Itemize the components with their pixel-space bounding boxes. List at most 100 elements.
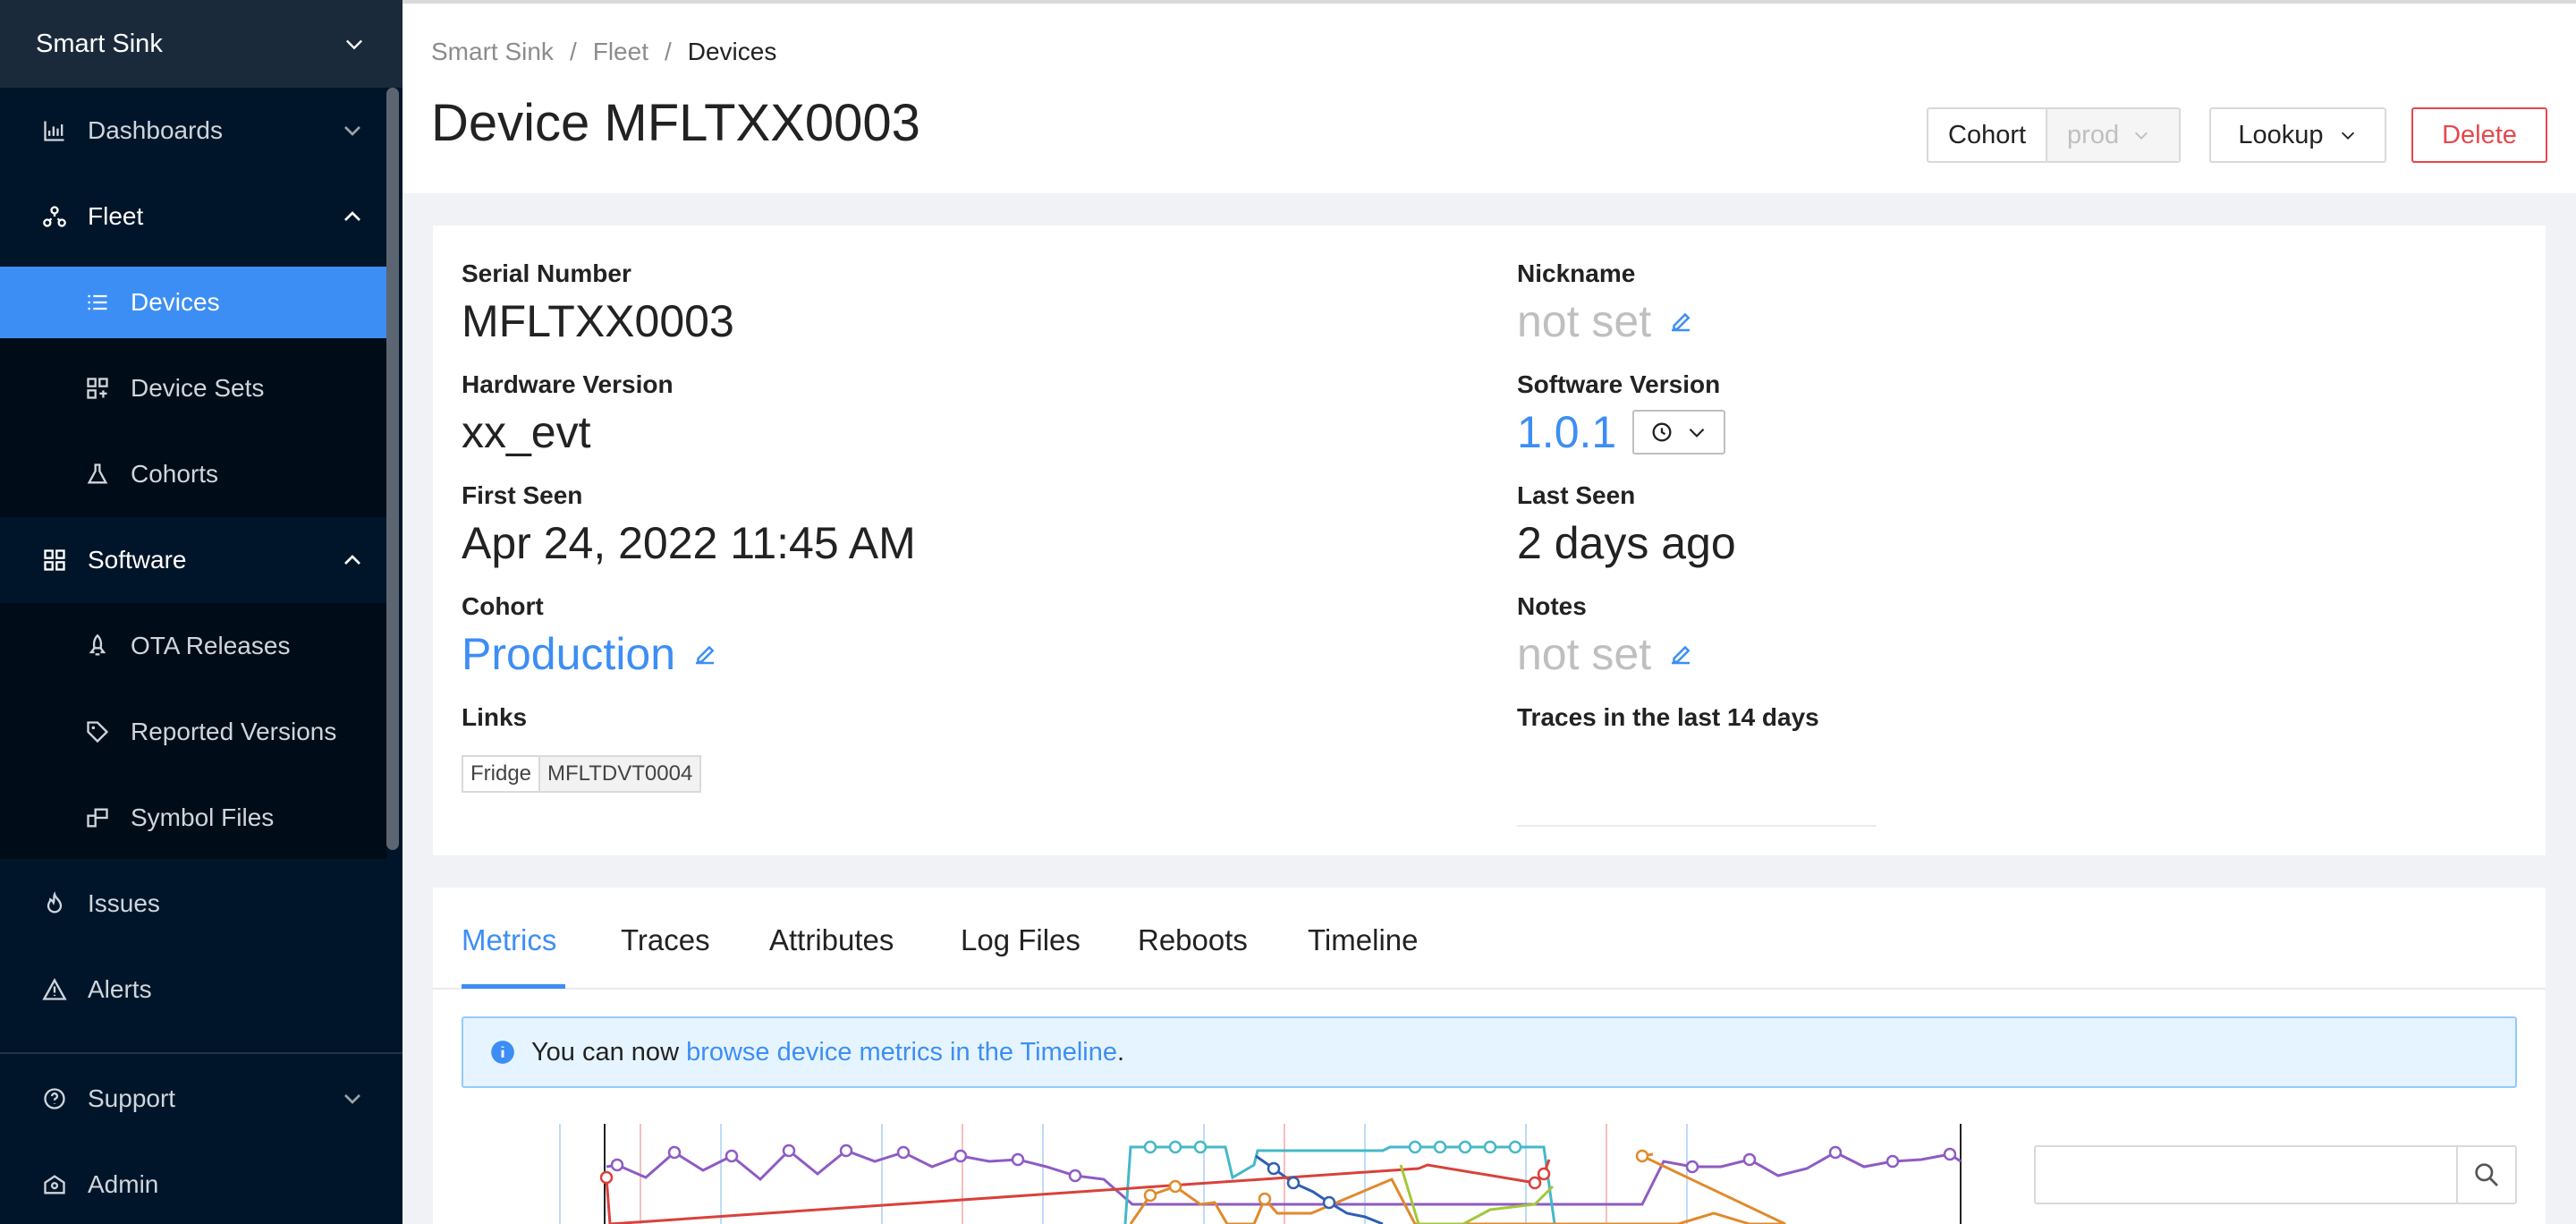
org-name: Smart Sink [36, 29, 163, 58]
search-icon [2475, 1163, 2498, 1186]
lookup-label: Lookup [2238, 120, 2324, 149]
serial-text: MFLTXX0003 [462, 296, 734, 346]
sidebar-item-fleet[interactable]: Fleet [0, 181, 386, 252]
org-switcher[interactable]: Smart Sink [0, 0, 402, 88]
sidebar-item-support[interactable]: Support [0, 1063, 386, 1135]
notes-text: not set [1517, 629, 1652, 679]
sidebar-item-issues[interactable]: Issues [0, 868, 386, 939]
sidebar-item-devices[interactable]: Devices [0, 267, 386, 338]
tab-timeline[interactable]: Timeline [1308, 923, 1418, 957]
sidebar-item-label: Software [88, 546, 187, 574]
chevron-up-icon [344, 211, 360, 221]
sidebar-item-label: Device Sets [131, 374, 265, 402]
sidebar-item-alerts[interactable]: Alerts [0, 954, 386, 1025]
tab-reboots[interactable]: Reboots [1138, 923, 1248, 957]
nickname-text: not set [1517, 296, 1652, 346]
breadcrumb-current: Devices [687, 38, 777, 65]
sw-history-dropdown[interactable] [1632, 410, 1726, 455]
links-label: Links [462, 703, 528, 731]
alert-suffix: . [1117, 1037, 1125, 1067]
chevron-down-icon [2135, 132, 2148, 140]
breadcrumb-separator: / [664, 38, 672, 65]
admin-icon [39, 1169, 70, 1200]
tab-attributes[interactable]: Attributes [769, 923, 894, 957]
cohort-link[interactable]: Production [462, 628, 675, 680]
tab-traces[interactable]: Traces [621, 923, 710, 957]
sidebar-scrollbar[interactable] [386, 88, 399, 850]
cohort-label: Cohort [462, 592, 544, 620]
page-header: Smart Sink / Fleet / Devices Device MFLT… [402, 4, 2576, 193]
cohort-value-text: prod [2067, 120, 2120, 149]
tab-bar: Metrics Traces Attributes Log Files Rebo… [433, 888, 2546, 990]
fleet-icon [39, 201, 70, 232]
page-title: Device MFLTXX0003 [431, 94, 920, 152]
nickname-value: not set [1517, 295, 1694, 347]
breadcrumb-org[interactable]: Smart Sink [431, 38, 554, 66]
lookup-button[interactable]: Lookup [2209, 107, 2386, 163]
sw-link[interactable]: 1.0.1 [1517, 406, 1616, 458]
tab-metrics[interactable]: Metrics [462, 923, 556, 957]
breadcrumb-fleet[interactable]: Fleet [593, 38, 648, 66]
traces-sparkline-baseline [1517, 825, 1877, 827]
link-tag-value: MFLTDVT0004 [538, 757, 700, 791]
last-seen-text: 2 days ago [1517, 518, 1736, 568]
sidebar-item-label: Admin [88, 1170, 159, 1198]
sidebar-item-cohorts[interactable]: Cohorts [0, 438, 386, 510]
sidebar-item-symbol-files[interactable]: Symbol Files [0, 782, 386, 854]
device-sets-icon [82, 373, 113, 404]
sidebar-item-dashboards[interactable]: Dashboards [0, 95, 386, 166]
hw-text: xx_evt [462, 407, 591, 457]
list-icon [82, 287, 113, 318]
sidebar-item-software[interactable]: Software [0, 524, 386, 596]
sidebar-item-label: Alerts [88, 975, 152, 1003]
sidebar-item-label: Support [88, 1084, 176, 1112]
sidebar-divider [0, 1052, 402, 1054]
search-button[interactable] [2456, 1147, 2515, 1203]
info-icon [491, 1041, 514, 1064]
edit-icon[interactable] [691, 641, 718, 667]
sidebar-item-ota-releases[interactable]: OTA Releases [0, 610, 386, 682]
edit-icon[interactable] [1667, 308, 1694, 335]
cohort-select: Cohort prod [1927, 107, 2181, 163]
first-seen-text: Apr 24, 2022 11:45 AM [462, 518, 916, 568]
notes-label: Notes [1517, 592, 1587, 620]
sidebar-item-label: Devices [131, 288, 220, 316]
history-icon [1652, 422, 1672, 442]
notes-value: not set [1517, 628, 1694, 680]
sidebar-item-reported-versions[interactable]: Reported Versions [0, 696, 386, 768]
cohort-select-value[interactable]: prod [2047, 109, 2179, 161]
metrics-chart[interactable] [462, 1124, 2018, 1224]
metrics-search-input[interactable] [2034, 1145, 2517, 1204]
alert-prefix: You can now [531, 1037, 680, 1067]
chevron-down-icon [346, 39, 362, 50]
chevron-down-icon [2341, 132, 2354, 140]
timeline-link[interactable]: browse device metrics in the Timeline [686, 1038, 1117, 1067]
sidebar-item-device-sets[interactable]: Device Sets [0, 353, 386, 424]
sw-label: Software Version [1517, 370, 1721, 398]
cohort-select-label: Cohort [1928, 109, 2048, 161]
sidebar-item-label: Symbol Files [131, 803, 275, 831]
last-seen-label: Last Seen [1517, 481, 1636, 509]
link-tag[interactable]: Fridge MFLTDVT0004 [462, 755, 702, 793]
tab-log-files[interactable]: Log Files [961, 923, 1080, 957]
alert-icon [39, 974, 70, 1005]
serial-label: Serial Number [462, 259, 631, 287]
first-seen-label: First Seen [462, 481, 583, 509]
last-seen-value: 2 days ago [1517, 517, 1736, 569]
sidebar-item-label: Fleet [88, 202, 144, 230]
device-tabs-card: Metrics Traces Attributes Log Files Rebo… [433, 888, 2546, 1224]
sidebar-item-label: Dashboards [88, 116, 223, 144]
sidebar-item-label: OTA Releases [131, 632, 291, 659]
sidebar: Smart Sink Dashboards Fleet Devices Devi… [0, 0, 402, 1224]
sidebar-item-admin[interactable]: Admin [0, 1149, 386, 1220]
serial-value: MFLTXX0003 [462, 295, 734, 347]
sidebar-item-label: Issues [88, 889, 160, 917]
edit-icon[interactable] [1667, 641, 1694, 667]
sidebar-item-label: Cohorts [131, 460, 219, 488]
delete-button[interactable]: Delete [2411, 107, 2547, 163]
sw-value: 1.0.1 [1517, 406, 1726, 458]
hw-label: Hardware Version [462, 370, 674, 398]
tab-active-indicator [462, 984, 565, 989]
hw-value: xx_evt [462, 406, 591, 458]
chevron-down-icon [1689, 428, 1705, 438]
